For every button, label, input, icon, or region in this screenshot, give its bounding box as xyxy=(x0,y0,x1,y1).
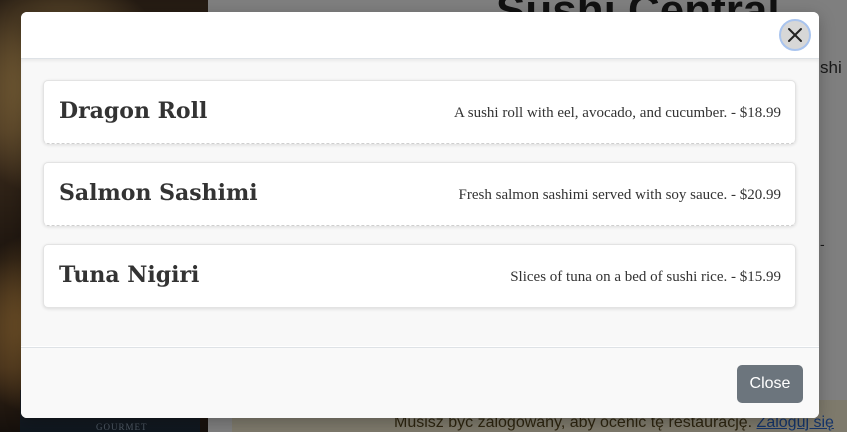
menu-item-name: Dragon Roll xyxy=(59,98,208,124)
menu-item-card: Salmon Sashimi Fresh salmon sashimi serv… xyxy=(43,162,796,226)
menu-item-name: Tuna Nigiri xyxy=(59,262,200,288)
menu-item-description-price: A sushi roll with eel, avocado, and cucu… xyxy=(453,105,781,121)
modal-footer: Close xyxy=(21,347,819,418)
menu-item-description-price: Fresh salmon sashimi served with soy sau… xyxy=(458,187,781,203)
menu-item-card: Dragon Roll A sushi roll with eel, avoca… xyxy=(43,80,796,144)
close-icon[interactable] xyxy=(779,19,811,51)
menu-modal: Dragon Roll A sushi roll with eel, avoca… xyxy=(21,12,819,418)
menu-item-name: Salmon Sashimi xyxy=(59,180,258,206)
close-button[interactable]: Close xyxy=(737,365,803,403)
modal-header xyxy=(21,12,819,59)
close-icon xyxy=(788,28,802,42)
menu-item-card: Tuna Nigiri Slices of tuna on a bed of s… xyxy=(43,244,796,308)
modal-body: Dragon Roll A sushi roll with eel, avoca… xyxy=(21,59,819,346)
menu-item-description-price: Slices of tuna on a bed of sushi rice. -… xyxy=(510,269,781,285)
